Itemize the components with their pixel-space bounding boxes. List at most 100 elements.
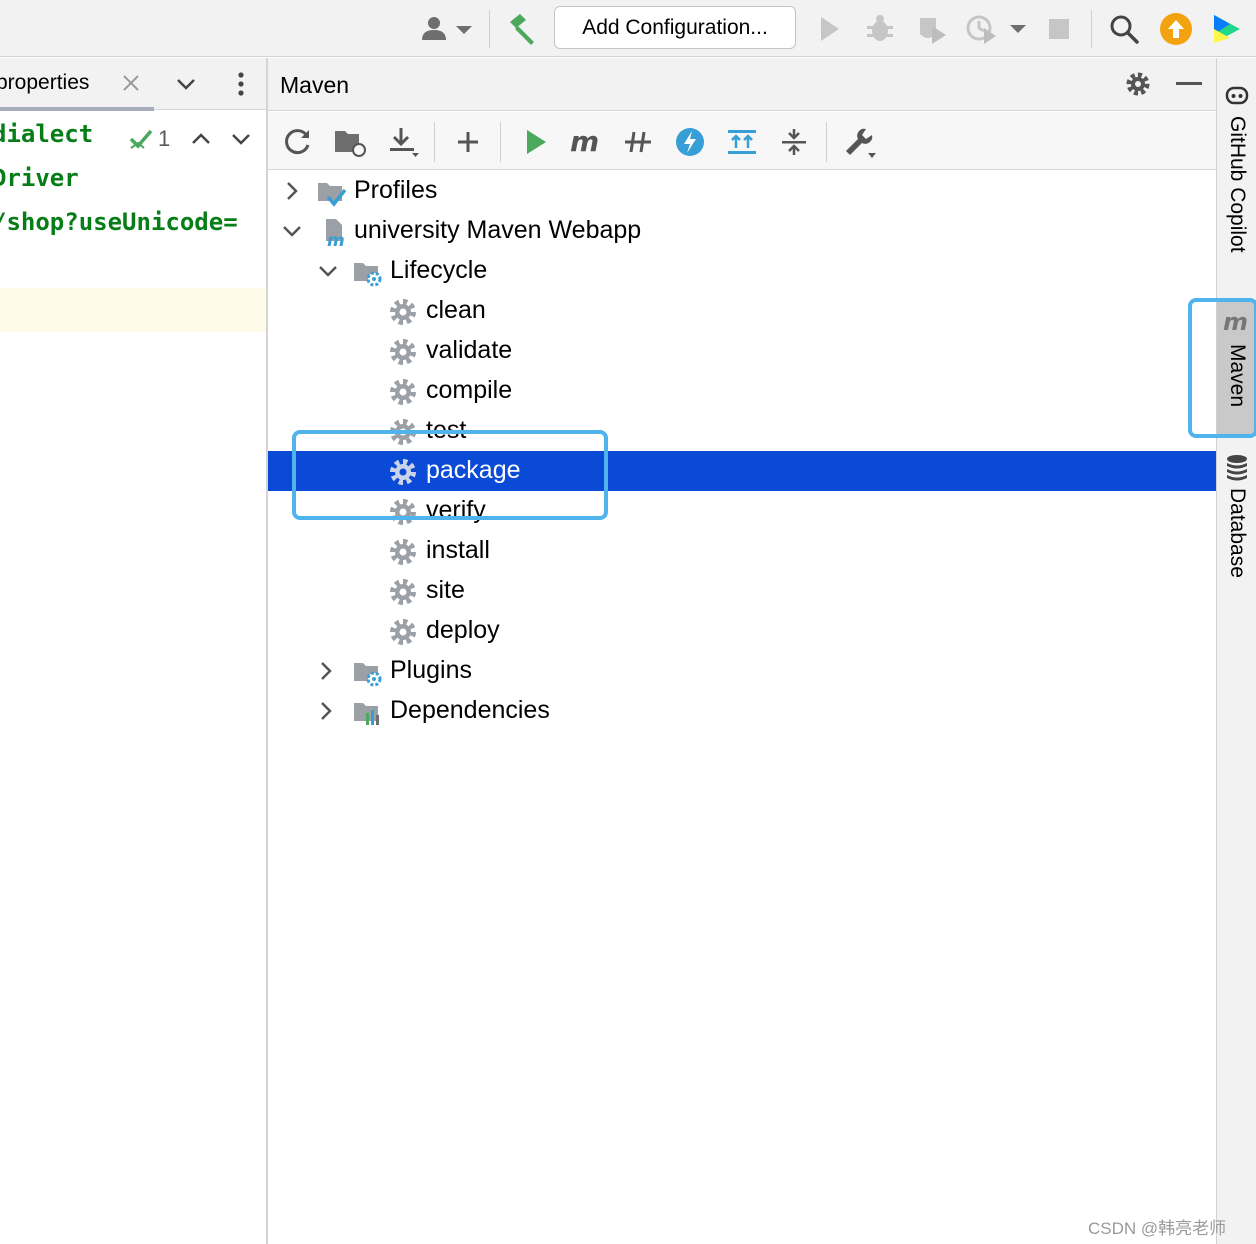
profiler-button[interactable]: [962, 10, 1002, 48]
tree-node-dependencies[interactable]: Dependencies: [268, 691, 1216, 731]
lifecycle-phase-deploy[interactable]: deploy: [268, 611, 1216, 651]
hammer-icon: [510, 14, 534, 45]
main-toolbar: Add Configuration...: [0, 0, 1256, 57]
lifecycle-phase-compile[interactable]: compile: [268, 371, 1216, 411]
offline-icon: [625, 131, 651, 153]
lifecycle-folder-icon: [354, 263, 382, 287]
debug-button[interactable]: [862, 10, 898, 48]
right-tool-strip: GitHub Copilot m Maven Database: [1216, 58, 1256, 1244]
copilot-icon: [1225, 86, 1249, 105]
database-icon: [1227, 455, 1247, 481]
lifecycle-phase-validate[interactable]: validate: [268, 331, 1216, 371]
reload-projects-button[interactable]: [276, 120, 320, 164]
gear-icon: [1126, 72, 1150, 96]
tree-node-project[interactable]: m university Maven Webapp: [268, 211, 1216, 251]
add-maven-project-button[interactable]: [446, 120, 490, 164]
jetbrains-toolbox-button[interactable]: [1206, 10, 1246, 48]
coverage-icon: [920, 18, 946, 44]
more-vertical-icon: [238, 72, 244, 96]
tree-label-profiles: Profiles: [354, 176, 438, 204]
maven-title: Maven: [280, 72, 350, 98]
folder-sync-icon: [335, 131, 366, 157]
chevron-down-icon[interactable]: [280, 219, 304, 243]
skip-tests-button[interactable]: [668, 120, 712, 164]
wrench-icon: [846, 128, 876, 158]
search-button[interactable]: [1104, 10, 1144, 48]
inspection-widget[interactable]: 1: [128, 126, 170, 152]
maven-tool-window: Maven m Profiles m university Maven Weba…: [268, 58, 1216, 1244]
database-tool-button[interactable]: Database: [1217, 450, 1256, 596]
lifecycle-phase-label: install: [426, 536, 490, 564]
close-tab-button[interactable]: [122, 74, 140, 97]
lightning-icon: [676, 128, 704, 156]
expand-dependencies-icon: [728, 130, 756, 154]
next-highlight-button[interactable]: [230, 128, 252, 155]
download-icon: [390, 128, 419, 157]
lifecycle-phase-label: validate: [426, 336, 513, 364]
plus-icon: [458, 132, 478, 152]
tree-label-project: university Maven Webapp: [354, 216, 642, 244]
user-menu-button[interactable]: [418, 12, 476, 46]
generate-sources-button[interactable]: [328, 120, 372, 164]
gear-icon: [390, 619, 416, 645]
profiler-icon: [966, 15, 996, 44]
tree-node-lifecycle[interactable]: Lifecycle: [268, 251, 1216, 291]
tab-list-button[interactable]: [174, 72, 198, 101]
reload-icon: [285, 129, 310, 155]
chevron-up-icon: [192, 133, 210, 144]
lifecycle-phase-clean[interactable]: clean: [268, 291, 1216, 331]
maven-settings-wrench-button[interactable]: [838, 120, 882, 164]
profiles-folder-icon: [318, 183, 346, 207]
ide-update-button[interactable]: [1156, 10, 1196, 48]
lifecycle-phase-site[interactable]: site: [268, 571, 1216, 611]
lifecycle-phase-label: deploy: [426, 616, 500, 644]
show-dependencies-button[interactable]: [720, 120, 764, 164]
maven-project-icon: m: [326, 219, 345, 247]
annotation-highlight-maven-tab: [1188, 298, 1256, 438]
code-line: Driver: [0, 164, 79, 192]
annotation-highlight-package: [292, 430, 608, 520]
collapse-all-button[interactable]: [772, 120, 816, 164]
tree-label-lifecycle: Lifecycle: [390, 256, 488, 284]
execute-maven-goal-button[interactable]: m: [564, 120, 608, 164]
stop-icon: [1049, 19, 1069, 39]
update-icon: [1160, 13, 1192, 45]
build-button[interactable]: [502, 10, 540, 48]
run-configurations-dropdown[interactable]: [1006, 16, 1030, 42]
chevron-down-icon: [177, 79, 195, 90]
toolbox-logo-icon: [1214, 15, 1240, 43]
code-line: dialect: [0, 120, 94, 148]
toggle-offline-mode-button[interactable]: [616, 120, 660, 164]
tree-node-profiles[interactable]: Profiles: [268, 171, 1216, 211]
inspection-count: 1: [158, 126, 171, 151]
previous-highlight-button[interactable]: [190, 128, 212, 155]
lifecycle-phase-install[interactable]: install: [268, 531, 1216, 571]
gear-icon: [390, 299, 416, 325]
maven-settings-button[interactable]: [1124, 70, 1152, 103]
tree-node-plugins[interactable]: Plugins: [268, 651, 1216, 691]
stop-button[interactable]: [1042, 12, 1076, 46]
chevron-right-icon[interactable]: [280, 179, 304, 203]
maven-m-icon: m: [570, 127, 599, 157]
tree-label-plugins: Plugins: [390, 656, 472, 684]
coverage-button[interactable]: [912, 10, 952, 48]
add-configuration-button[interactable]: Add Configuration...: [554, 6, 796, 49]
tree-label-dependencies: Dependencies: [390, 696, 550, 724]
close-icon: [123, 75, 139, 91]
github-copilot-tool-button[interactable]: GitHub Copilot: [1217, 78, 1256, 296]
more-options-button[interactable]: [232, 70, 250, 103]
chevron-right-icon[interactable]: [314, 699, 338, 723]
debug-icon: [867, 15, 893, 41]
hide-panel-button[interactable]: [1176, 82, 1202, 85]
inspection-check-icon: [129, 129, 153, 149]
svg-text:m: m: [327, 231, 345, 247]
editor-tab-properties[interactable]: properties: [0, 58, 154, 111]
run-maven-build-button[interactable]: [514, 120, 558, 164]
download-sources-button[interactable]: [382, 120, 426, 164]
chevron-down-icon[interactable]: [316, 259, 340, 283]
gear-icon: [390, 379, 416, 405]
run-button[interactable]: [812, 10, 848, 48]
current-line-highlight: [0, 288, 266, 332]
chevron-right-icon[interactable]: [314, 659, 338, 683]
code-editor: properties dialect 1 Driver /shop?useUni…: [0, 58, 266, 1244]
